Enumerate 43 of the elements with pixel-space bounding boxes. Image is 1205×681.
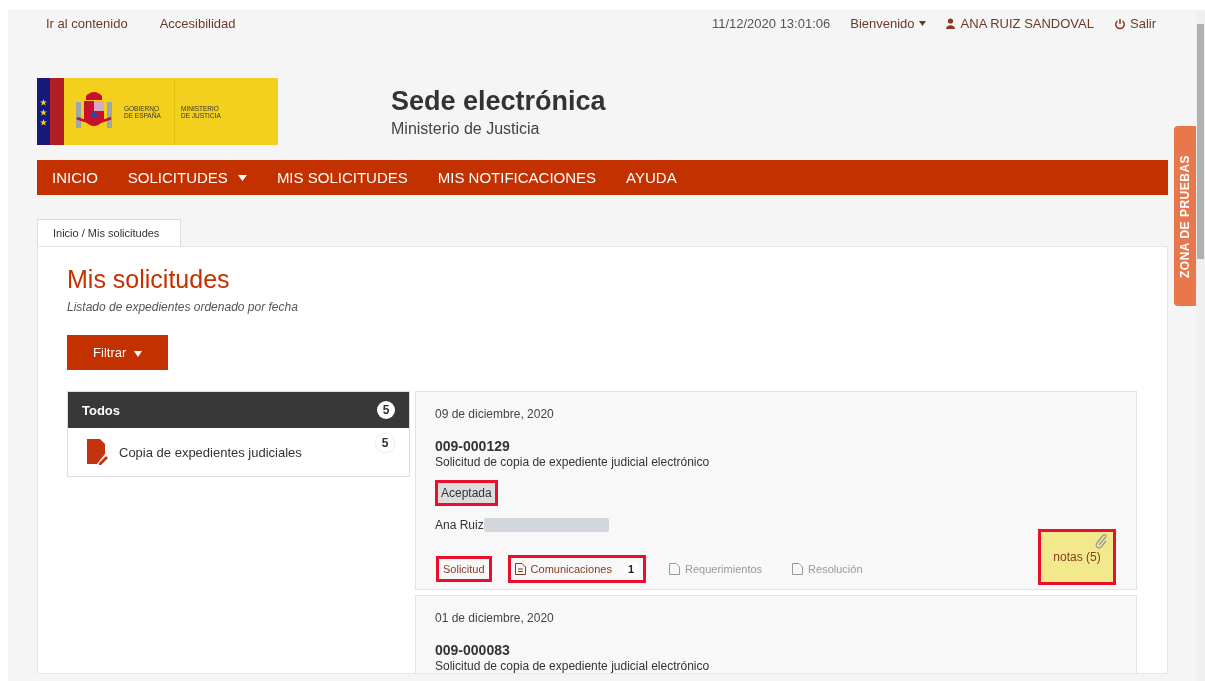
site-title: Sede electrónica bbox=[391, 85, 606, 117]
request-number[interactable]: 009-000129 bbox=[435, 438, 1117, 454]
welcome-menu[interactable]: Bienvenido bbox=[850, 16, 926, 31]
page-title: Mis solicitudes bbox=[67, 265, 231, 294]
page-subtitle: Listado de expedientes ordenado por fecha bbox=[67, 300, 299, 314]
logout-link[interactable]: Salir bbox=[1114, 16, 1156, 31]
document-edit-icon bbox=[86, 439, 108, 465]
nav-item[interactable]: AYUDA bbox=[626, 169, 677, 186]
count-badge: 5 bbox=[377, 401, 395, 419]
user-icon bbox=[945, 18, 955, 29]
breadcrumb: Inicio / Mis solicitudes bbox=[37, 219, 182, 246]
category-item[interactable]: Todos 5 bbox=[68, 392, 409, 428]
request-number[interactable]: 009-000083 bbox=[435, 642, 1117, 658]
request-description: Solicitud de copia de expediente judicial electrónico bbox=[435, 659, 711, 673]
document-link[interactable]: Solicitud bbox=[439, 559, 489, 579]
request-date: 01 de diciembre, 2020 bbox=[435, 611, 555, 625]
count-badge: 5 bbox=[375, 433, 395, 453]
user-name: ANA RUIZ SANDOVAL bbox=[960, 16, 1094, 31]
top-link[interactable]: Accesibilidad bbox=[159, 16, 236, 31]
nav-item[interactable]: SOLICITUDES bbox=[127, 169, 247, 186]
category-label: Copia de expedientes judiciales bbox=[119, 444, 303, 460]
applicant-name: Ana Ruiz bbox=[435, 518, 484, 532]
site-subtitle: Ministerio de Justicia bbox=[391, 119, 541, 138]
caret-icon bbox=[918, 21, 926, 26]
top-link[interactable]: Ir al contenido bbox=[46, 16, 128, 31]
status-label: Aceptada bbox=[435, 480, 498, 506]
document-link[interactable]: Comunicaciones 1 bbox=[510, 558, 644, 580]
power-icon bbox=[1114, 17, 1126, 30]
paperclip-icon bbox=[1095, 534, 1109, 550]
request-description: Solicitud de copia de expediente judicial electrónico bbox=[435, 455, 711, 469]
notes-sticky[interactable]: notas (5) bbox=[1041, 532, 1113, 582]
nav-item[interactable]: MIS NOTIFICACIONES bbox=[437, 169, 597, 186]
caret-icon bbox=[133, 351, 142, 357]
nav-item[interactable]: MIS SOLICITUDES bbox=[276, 169, 408, 186]
filter-button[interactable]: Filtrar bbox=[67, 335, 168, 370]
date-time: 11/12/2020 13:01:06 bbox=[711, 16, 831, 31]
document-icon bbox=[514, 563, 526, 575]
category-label: Todos bbox=[82, 402, 122, 418]
scrollbar[interactable] bbox=[1196, 10, 1205, 681]
nav-item[interactable]: INICIO bbox=[52, 169, 98, 186]
request-date: 09 de diciembre, 2020 bbox=[435, 407, 555, 421]
document-icon bbox=[792, 563, 804, 575]
document-icon bbox=[669, 563, 681, 575]
